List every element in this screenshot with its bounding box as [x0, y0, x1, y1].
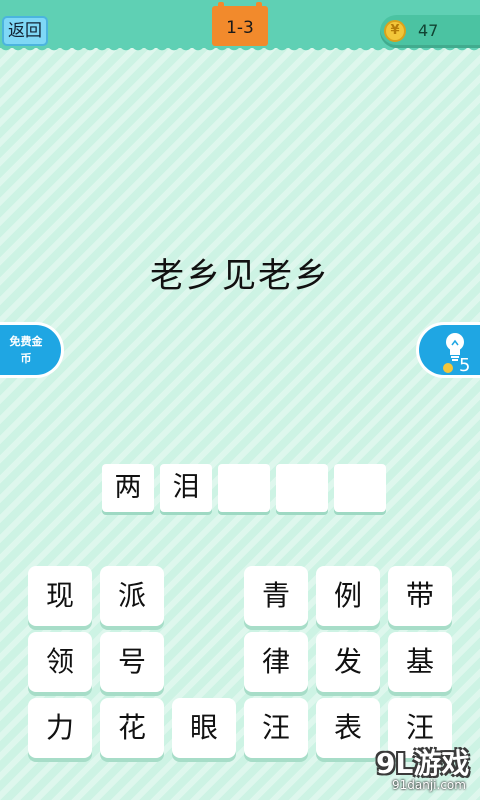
- free-coins-label: 免费金币: [9, 335, 43, 365]
- free-coins-button[interactable]: 免费金币: [0, 322, 64, 378]
- answer-slot[interactable]: [276, 464, 328, 512]
- candidate-tile[interactable]: 例: [316, 566, 380, 626]
- candidate-tile[interactable]: 领: [28, 632, 92, 692]
- hint-button[interactable]: 5: [416, 322, 480, 378]
- coin-count: 47: [418, 21, 439, 40]
- candidate-tile[interactable]: 现: [28, 566, 92, 626]
- candidate-tile[interactable]: 青: [244, 566, 308, 626]
- candidate-tile[interactable]: 带: [388, 566, 452, 626]
- candidate-tile[interactable]: 力: [28, 698, 92, 758]
- candidate-tile[interactable]: 基: [388, 632, 452, 692]
- back-button[interactable]: 返回: [2, 16, 48, 46]
- candidate-tile[interactable]: 号: [100, 632, 164, 692]
- candidate-tile[interactable]: 花: [100, 698, 164, 758]
- candidate-tile[interactable]: 眼: [172, 698, 236, 758]
- coin-balance: ¥ 47: [380, 15, 480, 48]
- candidate-tile[interactable]: 汪: [244, 698, 308, 758]
- candidate-tile[interactable]: 发: [316, 632, 380, 692]
- watermark-logo: 9L游戏: [376, 747, 470, 780]
- answer-slot[interactable]: [218, 464, 270, 512]
- level-indicator: 1-3: [212, 2, 268, 46]
- watermark: 9L游戏 91danji.com: [370, 740, 480, 800]
- watermark-url: 91danji.com: [392, 778, 466, 792]
- hint-count: 5: [459, 355, 471, 376]
- answer-slot[interactable]: [334, 464, 386, 512]
- riddle-text: 老乡见老乡: [150, 256, 330, 296]
- coin-icon: ¥: [384, 20, 406, 42]
- candidate-tile[interactable]: 派: [100, 566, 164, 626]
- answer-slot[interactable]: 泪: [160, 464, 212, 512]
- candidate-tile[interactable]: 律: [244, 632, 308, 692]
- hint-coin-dot-icon: [443, 363, 453, 373]
- answer-slot[interactable]: 两: [102, 464, 154, 512]
